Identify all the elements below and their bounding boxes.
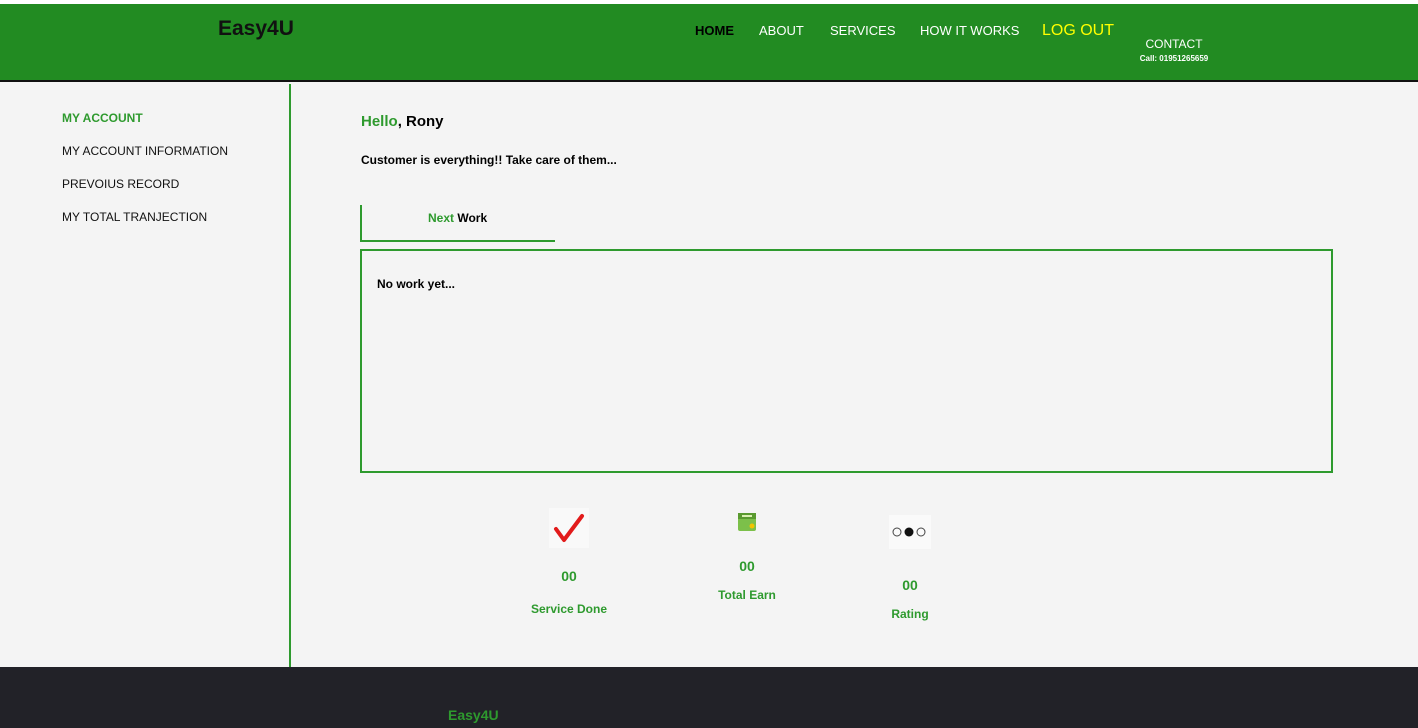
nav-services[interactable]: SERVICES [830,23,896,38]
sidebar-item-total-transaction[interactable]: MY TOTAL TRANJECTION [62,210,207,224]
stat-total-earn: 00 Total Earn [697,510,797,602]
greeting-user-name: , Rony [397,113,444,130]
sidebar-item-account-information[interactable]: MY ACCOUNT INFORMATION [62,144,228,158]
wallet-icon [735,510,759,534]
checkmark-icon [549,508,589,548]
tab-next-work[interactable]: Next Work [360,205,555,242]
site-header: Easy4U HOME ABOUT SERVICES HOW IT WORKS … [0,4,1418,82]
site-footer: Easy4U [0,667,1418,728]
contact-block[interactable]: CONTACT Call: 01951265659 [1124,37,1224,63]
nav-about[interactable]: ABOUT [759,23,804,38]
greeting-hello: Hello [361,113,398,130]
tab-label-highlight: Next [428,211,455,225]
stat-service-done-label: Service Done [530,602,608,616]
stat-rating-value: 00 [902,577,918,593]
nav-how-it-works[interactable]: HOW IT WORKS [920,23,1019,38]
stat-service-done-value: 00 [561,568,577,584]
tagline: Customer is everything!! Take care of th… [361,153,617,167]
contact-phone: Call: 01951265659 [1139,54,1209,63]
stat-total-earn-label: Total Earn [718,588,776,602]
tab-next-work-label: Next Work [428,211,487,225]
nav-log-out[interactable]: LOG OUT [1042,22,1114,40]
tab-label-rest: Work [454,211,488,225]
greeting: Hello, Rony [361,113,444,130]
nav-home[interactable]: HOME [695,23,734,38]
stat-rating: 00 Rating [865,515,955,621]
contact-label[interactable]: CONTACT [1124,37,1224,51]
brand-logo[interactable]: Easy4U [218,17,294,41]
sidebar: MY ACCOUNT MY ACCOUNT INFORMATION PREVOI… [0,84,291,667]
work-empty-message: No work yet... [377,277,456,291]
stat-service-done: 00 Service Done [519,508,619,616]
work-panel: No work yet... [360,249,1333,473]
rating-faces-icon [889,515,931,549]
stat-total-earn-value: 00 [739,558,755,574]
sidebar-item-my-account[interactable]: MY ACCOUNT [62,111,143,125]
sidebar-item-previous-record[interactable]: PREVOIUS RECORD [62,177,179,191]
stat-rating-label: Rating [891,607,929,621]
footer-brand[interactable]: Easy4U [448,707,499,723]
